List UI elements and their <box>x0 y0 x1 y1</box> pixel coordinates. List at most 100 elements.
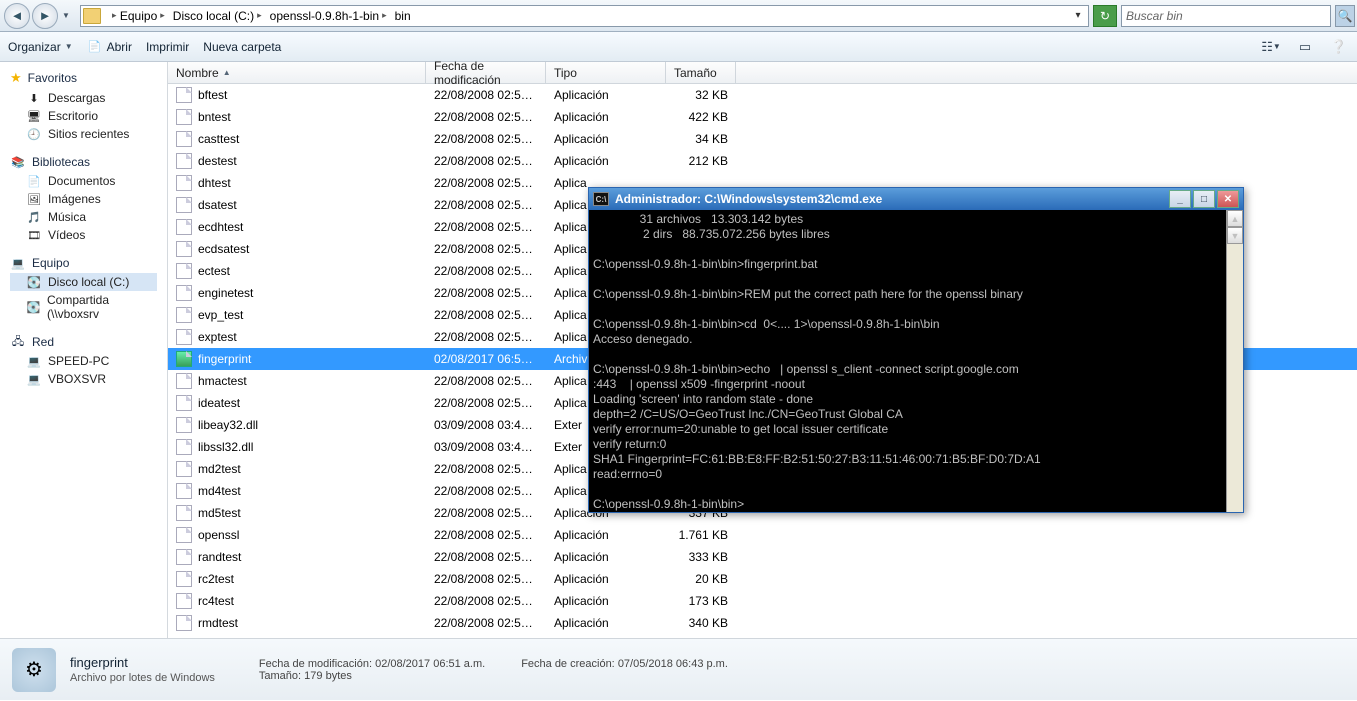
file-icon <box>176 329 192 345</box>
pictures-icon: 🖼 <box>26 192 42 206</box>
file-row[interactable]: bftest22/08/2008 02:52 p...Aplicación32 … <box>168 84 1357 106</box>
sidebar-item-recent[interactable]: 🕘Sitios recientes <box>10 125 157 143</box>
cmd-output[interactable]: 31 archivos 13.303.142 bytes 2 dirs 88.7… <box>589 210 1243 512</box>
nav-history-dropdown[interactable]: ▼ <box>60 3 72 29</box>
file-name: rmdtest <box>198 616 238 630</box>
desktop-icon: 🖥 <box>26 109 42 123</box>
sidebar-item-videos[interactable]: 🎞Vídeos <box>10 226 157 244</box>
address-dropdown[interactable]: ▾ <box>1070 10 1086 21</box>
file-name: ecdsatest <box>198 242 249 256</box>
file-icon <box>176 395 192 411</box>
sidebar-item-pictures[interactable]: 🖼Imágenes <box>10 190 157 208</box>
file-date: 22/08/2008 02:52 p... <box>426 374 546 388</box>
new-folder-button[interactable]: Nueva carpeta <box>203 40 281 54</box>
details-create-value: 07/05/2018 06:43 p.m. <box>618 658 728 670</box>
nav-back-button[interactable]: ◄ <box>4 3 30 29</box>
file-name: destest <box>198 154 237 168</box>
sidebar-item-speedpc[interactable]: 💻SPEED-PC <box>10 352 157 370</box>
sidebar-libraries[interactable]: 📚Bibliotecas <box>10 155 157 169</box>
file-date: 22/08/2008 02:52 p... <box>426 264 546 278</box>
file-icon <box>176 593 192 609</box>
file-type: Aplicación <box>546 616 666 630</box>
file-name: bntest <box>198 110 231 124</box>
recent-icon: 🕘 <box>26 127 42 141</box>
netdrive-icon: 💽 <box>26 300 41 314</box>
sidebar-item-desktop[interactable]: 🖥Escritorio <box>10 107 157 125</box>
file-name: rc4test <box>198 594 234 608</box>
breadcrumb-bin[interactable]: bin <box>391 6 415 26</box>
sort-asc-icon: ▲ <box>223 68 231 77</box>
documents-icon: 📄 <box>26 174 42 188</box>
details-file-icon: ⚙ <box>12 648 56 692</box>
file-row[interactable]: rc2test22/08/2008 02:52 p...Aplicación20… <box>168 568 1357 590</box>
search-input[interactable]: Buscar bin <box>1121 5 1331 27</box>
file-type: Aplicación <box>546 88 666 102</box>
scroll-down-icon[interactable]: ▼ <box>1227 227 1243 244</box>
organize-menu[interactable]: Organizar▼ <box>8 40 73 54</box>
details-file-name: fingerprint <box>70 655 215 670</box>
file-row[interactable]: destest22/08/2008 02:52 p...Aplicación21… <box>168 150 1357 172</box>
sidebar-network[interactable]: 🖧Red <box>10 335 157 349</box>
sidebar-computer[interactable]: 💻Equipo <box>10 256 157 270</box>
breadcrumb-disk[interactable]: Disco local (C:)▸ <box>169 6 266 26</box>
cmd-close-button[interactable]: ✕ <box>1217 190 1239 208</box>
column-name[interactable]: Nombre▲ <box>168 62 426 83</box>
breadcrumb-equipo[interactable]: ▸ Equipo▸ <box>105 6 169 26</box>
print-button[interactable]: Imprimir <box>146 40 189 54</box>
file-row[interactable]: bntest22/08/2008 02:52 p...Aplicación422… <box>168 106 1357 128</box>
file-name: bftest <box>198 88 227 102</box>
refresh-button[interactable]: ↻ <box>1093 5 1117 27</box>
file-row[interactable]: rc4test22/08/2008 02:52 p...Aplicación17… <box>168 590 1357 612</box>
sidebar-favorites[interactable]: ★Favoritos <box>10 70 157 86</box>
file-icon <box>176 615 192 631</box>
file-name: md4test <box>198 484 241 498</box>
preview-pane-button[interactable]: ▭ <box>1295 38 1315 56</box>
file-row[interactable]: randtest22/08/2008 02:52 p...Aplicación3… <box>168 546 1357 568</box>
scroll-up-icon[interactable]: ▲ <box>1227 210 1243 227</box>
open-button[interactable]: 📄Abrir <box>87 40 132 54</box>
file-size: 173 KB <box>666 594 736 608</box>
sidebar-item-vboxsvr[interactable]: 💻VBOXSVR <box>10 370 157 388</box>
cmd-scrollbar[interactable]: ▲▼ <box>1226 210 1243 512</box>
file-row[interactable]: rmdtest22/08/2008 02:52 p...Aplicación34… <box>168 612 1357 634</box>
file-type: Aplicación <box>546 572 666 586</box>
file-date: 22/08/2008 02:52 p... <box>426 462 546 476</box>
file-icon <box>176 505 192 521</box>
file-icon <box>176 241 192 257</box>
sidebar-item-downloads[interactable]: ⬇Descargas <box>10 89 157 107</box>
file-name: fingerprint <box>198 352 251 366</box>
address-bar[interactable]: ▸ Equipo▸ Disco local (C:)▸ openssl-0.9.… <box>80 5 1089 27</box>
file-name: ectest <box>198 264 230 278</box>
file-name: enginetest <box>198 286 253 300</box>
view-options-button[interactable]: ☷▼ <box>1261 38 1281 56</box>
cmd-maximize-button[interactable]: □ <box>1193 190 1215 208</box>
column-date[interactable]: Fecha de modificación <box>426 62 546 83</box>
breadcrumb-openssl[interactable]: openssl-0.9.8h-1-bin▸ <box>266 6 391 26</box>
cmd-titlebar[interactable]: C:\ Administrador: C:\Windows\system32\c… <box>589 188 1243 210</box>
file-row[interactable]: casttest22/08/2008 02:52 p...Aplicación3… <box>168 128 1357 150</box>
file-name: rc2test <box>198 572 234 586</box>
column-type[interactable]: Tipo <box>546 62 666 83</box>
sidebar-item-localdisk[interactable]: 💽Disco local (C:) <box>10 273 157 291</box>
sidebar-item-documents[interactable]: 📄Documentos <box>10 172 157 190</box>
file-icon <box>176 307 192 323</box>
star-icon: ★ <box>10 70 22 86</box>
file-date: 22/08/2008 02:52 p... <box>426 572 546 586</box>
nav-forward-button[interactable]: ► <box>32 3 58 29</box>
file-icon <box>176 373 192 389</box>
network-icon: 🖧 <box>10 335 26 349</box>
column-size[interactable]: Tamaño <box>666 62 736 83</box>
cmd-minimize-button[interactable]: _ <box>1169 190 1191 208</box>
sidebar-item-shared[interactable]: 💽Compartida (\\vboxsrv <box>10 291 157 323</box>
file-date: 22/08/2008 02:52 p... <box>426 176 546 190</box>
file-date: 22/08/2008 02:52 p... <box>426 286 546 300</box>
window-titlebar: ◄ ► ▼ ▸ Equipo▸ Disco local (C:)▸ openss… <box>0 0 1357 32</box>
cmd-window[interactable]: C:\ Administrador: C:\Windows\system32\c… <box>588 187 1244 513</box>
file-name: exptest <box>198 330 237 344</box>
file-row[interactable]: openssl22/08/2008 02:53 p...Aplicación1.… <box>168 524 1357 546</box>
help-button[interactable]: ❔ <box>1329 38 1349 56</box>
details-pane: ⚙ fingerprint Archivo por lotes de Windo… <box>0 638 1357 700</box>
details-create-label: Fecha de creación: <box>521 658 615 670</box>
search-icon[interactable]: 🔍 <box>1335 5 1355 27</box>
sidebar-item-music[interactable]: 🎵Música <box>10 208 157 226</box>
